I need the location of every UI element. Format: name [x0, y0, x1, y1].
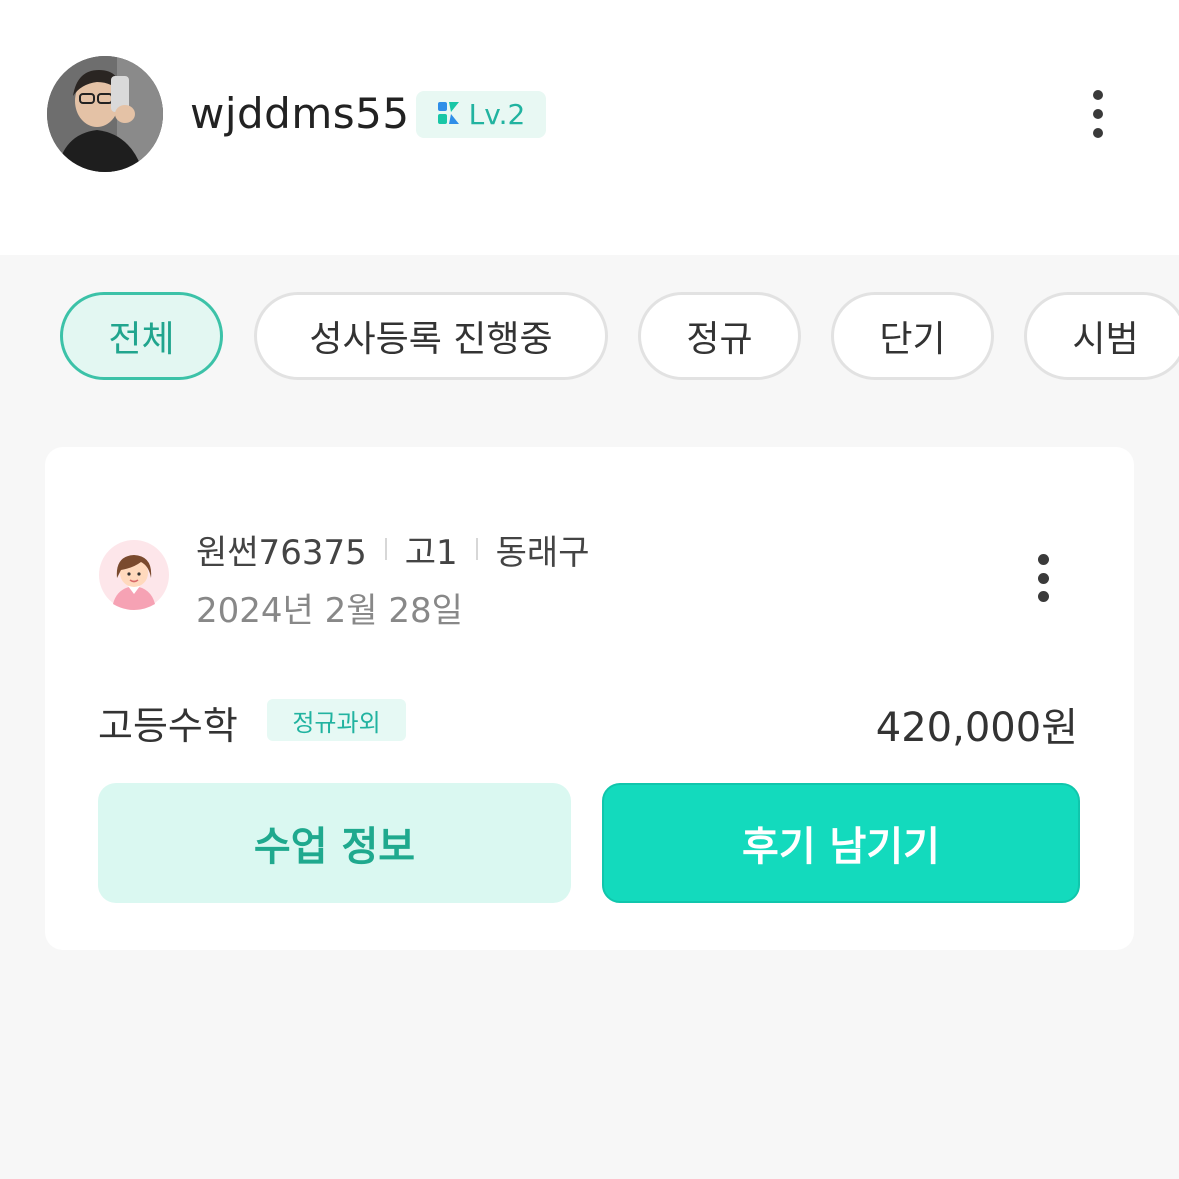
subject-label: 고등수학 — [98, 704, 238, 748]
brand-k-icon — [437, 101, 461, 129]
class-type-tag: 정규과외 — [267, 699, 406, 741]
level-badge: Lv.2 — [416, 91, 546, 138]
lesson-card: 원썬76375 고1 동래구 2024년 2월 28일 고등수학 정규과외 42… — [45, 447, 1134, 950]
more-vertical-icon[interactable] — [1028, 548, 1058, 608]
profile-header: wjddms55 Lv.2 — [0, 0, 1179, 255]
filter-chip-trial[interactable]: 시범 — [1024, 292, 1179, 380]
divider — [384, 538, 387, 560]
more-vertical-icon[interactable] — [1083, 84, 1113, 144]
filter-chip-regular[interactable]: 정규 — [638, 292, 801, 380]
lesson-date: 2024년 2월 28일 — [196, 591, 463, 631]
lesson-info-button[interactable]: 수업 정보 — [98, 783, 571, 903]
student-meta: 원썬76375 고1 동래구 — [196, 527, 590, 573]
lesson-price: 420,000원 — [875, 705, 1078, 751]
filter-chip-all[interactable]: 전체 — [60, 292, 223, 380]
student-district: 동래구 — [495, 532, 590, 573]
profile-avatar[interactable] — [47, 56, 163, 172]
filter-chip-in-progress[interactable]: 성사등록 진행중 — [254, 292, 608, 380]
level-label: Lv.2 — [468, 98, 526, 131]
student-avatar-icon — [99, 540, 169, 610]
write-review-button[interactable]: 후기 남기기 — [602, 783, 1080, 903]
filter-chip-short-term[interactable]: 단기 — [831, 292, 994, 380]
divider — [475, 538, 478, 560]
student-grade: 고1 — [404, 532, 458, 573]
username: wjddms55 — [190, 89, 410, 138]
student-name: 원썬76375 — [196, 532, 367, 573]
